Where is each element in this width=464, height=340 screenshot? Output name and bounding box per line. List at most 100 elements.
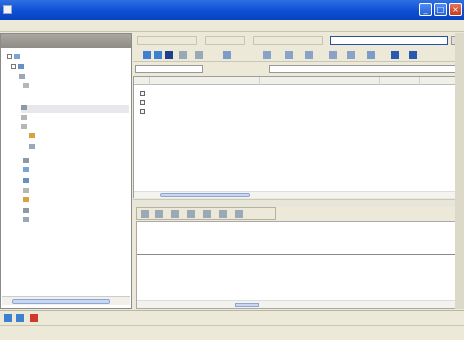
folder-icon <box>23 158 29 163</box>
column-header[interactable] <box>134 77 150 85</box>
tree-item[interactable] <box>7 54 127 62</box>
stop-icon[interactable] <box>30 314 38 322</box>
tree-item[interactable] <box>23 178 127 186</box>
scrollbar-thumb[interactable] <box>235 303 259 307</box>
pane-splitter[interactable] <box>133 199 464 207</box>
table-row[interactable] <box>134 108 463 115</box>
table-cell <box>262 90 380 97</box>
detail-toolbar <box>136 207 276 220</box>
tools-icon[interactable] <box>367 51 375 59</box>
table-cell <box>152 90 260 97</box>
folder-icon <box>23 197 29 202</box>
view-icon[interactable] <box>329 51 337 59</box>
folder-icon <box>23 217 29 222</box>
minimize-button[interactable]: _ <box>419 3 432 16</box>
tree-item[interactable] <box>29 133 127 141</box>
icon-toolbar <box>133 48 464 62</box>
folder-icon <box>21 115 27 120</box>
detail-horizontal-scrollbar[interactable] <box>137 300 463 308</box>
search-input[interactable] <box>330 36 448 45</box>
properties-icon[interactable] <box>347 51 355 59</box>
status-text <box>4 329 84 338</box>
edit-icon[interactable] <box>263 51 271 59</box>
table-cell <box>382 108 420 115</box>
paste-icon[interactable] <box>195 51 203 59</box>
back-icon[interactable] <box>4 314 12 322</box>
document-icon <box>140 100 145 105</box>
help-icon[interactable] <box>409 51 417 59</box>
status-bar <box>0 325 464 340</box>
expand-icon[interactable] <box>11 64 16 69</box>
vertical-scrollbar[interactable] <box>455 33 464 309</box>
back-icon[interactable] <box>143 51 151 59</box>
table-row[interactable] <box>134 90 463 97</box>
results-grid <box>133 76 464 198</box>
tree-item[interactable] <box>23 208 127 216</box>
forward-icon[interactable] <box>154 51 162 59</box>
column-header[interactable] <box>260 77 380 85</box>
folder-icon <box>29 144 35 149</box>
tree-item[interactable] <box>23 188 127 196</box>
cut-icon[interactable] <box>179 51 187 59</box>
tree-item[interactable] <box>29 144 127 152</box>
close-button[interactable]: × <box>449 3 462 16</box>
column-header[interactable] <box>150 77 260 85</box>
expand-icon[interactable] <box>7 54 12 59</box>
sort-icon[interactable] <box>305 51 313 59</box>
tree-item-selected[interactable] <box>21 105 129 113</box>
filter-field[interactable] <box>135 65 203 73</box>
folder-icon <box>21 105 27 110</box>
folder-icon <box>23 188 29 193</box>
folder-icon <box>18 64 24 69</box>
tool-icon[interactable] <box>171 210 179 218</box>
folder-icon <box>14 54 20 59</box>
app-icon <box>3 5 12 14</box>
document-icon <box>140 91 145 96</box>
navigation-horizontal-scrollbar[interactable] <box>2 296 130 305</box>
tool-icon[interactable] <box>203 210 211 218</box>
table-cell <box>262 99 380 106</box>
table-cell <box>152 99 260 106</box>
tree-item[interactable] <box>19 74 127 82</box>
tree-item[interactable] <box>23 158 127 166</box>
folder-icon <box>23 83 29 88</box>
forward-icon[interactable] <box>16 314 24 322</box>
application-window: _ □ × <box>0 0 464 340</box>
tree-item[interactable] <box>21 124 127 132</box>
tool-icon[interactable] <box>219 210 227 218</box>
table-row[interactable] <box>134 99 463 106</box>
folder-icon <box>23 167 29 172</box>
tree-item[interactable] <box>23 83 127 91</box>
menu-bar <box>0 20 464 32</box>
tool-icon[interactable] <box>187 210 195 218</box>
column-header[interactable] <box>380 77 420 85</box>
top-toolbar <box>133 33 464 47</box>
tree-item[interactable] <box>21 115 127 123</box>
scrollbar-thumb[interactable] <box>160 193 250 197</box>
refresh-icon[interactable] <box>223 51 231 59</box>
tool-icon[interactable] <box>155 210 163 218</box>
navigation-label <box>44 313 124 322</box>
tree-item[interactable] <box>23 167 127 175</box>
tool-icon[interactable] <box>235 210 243 218</box>
navigation-pane <box>0 33 132 309</box>
filter-field[interactable] <box>269 65 459 73</box>
status-text <box>150 329 250 338</box>
status-text <box>400 329 460 338</box>
maximize-button[interactable]: □ <box>434 3 447 16</box>
tree-item[interactable] <box>23 197 127 205</box>
table-cell <box>262 108 380 115</box>
filter-icon[interactable] <box>285 51 293 59</box>
copy-icon[interactable] <box>165 51 173 59</box>
tree-item[interactable] <box>11 64 127 72</box>
folder-icon <box>21 124 27 129</box>
settings-icon[interactable] <box>391 51 399 59</box>
window-title <box>16 5 236 15</box>
grid-horizontal-scrollbar[interactable] <box>134 191 463 198</box>
toolbar-group <box>253 36 323 45</box>
grid-header <box>134 77 463 85</box>
scrollbar-thumb[interactable] <box>12 299 110 304</box>
title-bar[interactable]: _ □ × <box>0 0 464 20</box>
tree-item[interactable] <box>23 217 127 225</box>
tool-icon[interactable] <box>141 210 149 218</box>
